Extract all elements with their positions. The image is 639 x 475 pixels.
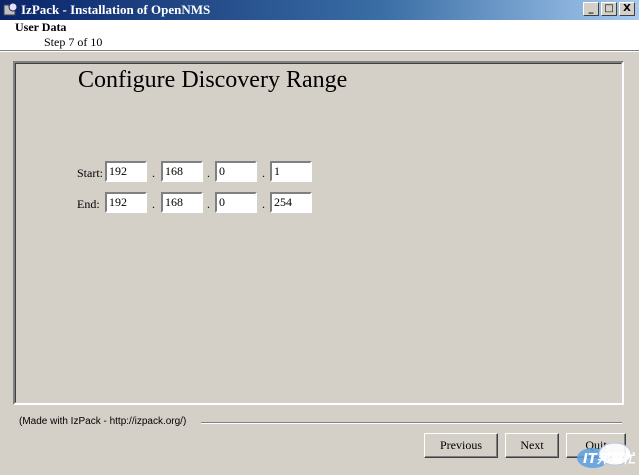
made-with-izpack-text: (Made with IzPack - http://izpack.org/) <box>19 416 187 427</box>
window-title: IzPack - Installation of OpenNMS <box>21 2 211 17</box>
start-octet-3-input[interactable] <box>215 161 257 182</box>
end-label: End: <box>77 197 100 211</box>
start-dot-3: . <box>262 166 265 180</box>
end-dot-1: . <box>152 197 155 211</box>
section-title: User Data <box>15 20 67 34</box>
start-octet-1-input[interactable] <box>105 161 147 182</box>
start-label: Start: <box>77 166 103 180</box>
close-button[interactable]: X <box>619 2 635 16</box>
start-dot-1: . <box>152 166 155 180</box>
end-octet-1-input[interactable] <box>105 192 147 213</box>
installer-header: User Data Step 7 of 10 <box>0 20 639 50</box>
page-title: Configure Discovery Range <box>78 67 348 93</box>
minimize-button[interactable]: _ <box>583 2 599 16</box>
ithome-watermark: IT邦幫忙 <box>573 440 638 470</box>
window-titlebar: IzPack - Installation of OpenNMS _ □ X <box>0 0 639 20</box>
start-dot-2: . <box>207 166 210 180</box>
start-octet-4-input[interactable] <box>270 161 312 182</box>
main-panel-inner: Configure Discovery Range Start: . . . E… <box>15 63 622 403</box>
header-divider <box>0 50 639 52</box>
main-panel: Configure Discovery Range Start: . . . E… <box>13 61 624 405</box>
end-octet-4-input[interactable] <box>270 192 312 213</box>
previous-button[interactable]: Previous <box>424 433 498 458</box>
izpack-app-icon <box>3 2 18 16</box>
next-button[interactable]: Next <box>505 433 559 458</box>
footer-divider <box>201 422 622 424</box>
maximize-button[interactable]: □ <box>601 2 617 16</box>
end-octet-2-input[interactable] <box>161 192 203 213</box>
end-dot-3: . <box>262 197 265 211</box>
step-indicator: Step 7 of 10 <box>44 35 103 49</box>
watermark-text: IT邦幫忙 <box>583 451 635 467</box>
end-octet-3-input[interactable] <box>215 192 257 213</box>
ithome-logo-icon: IT邦幫忙 <box>577 442 638 468</box>
start-octet-2-input[interactable] <box>161 161 203 182</box>
end-dot-2: . <box>207 197 210 211</box>
